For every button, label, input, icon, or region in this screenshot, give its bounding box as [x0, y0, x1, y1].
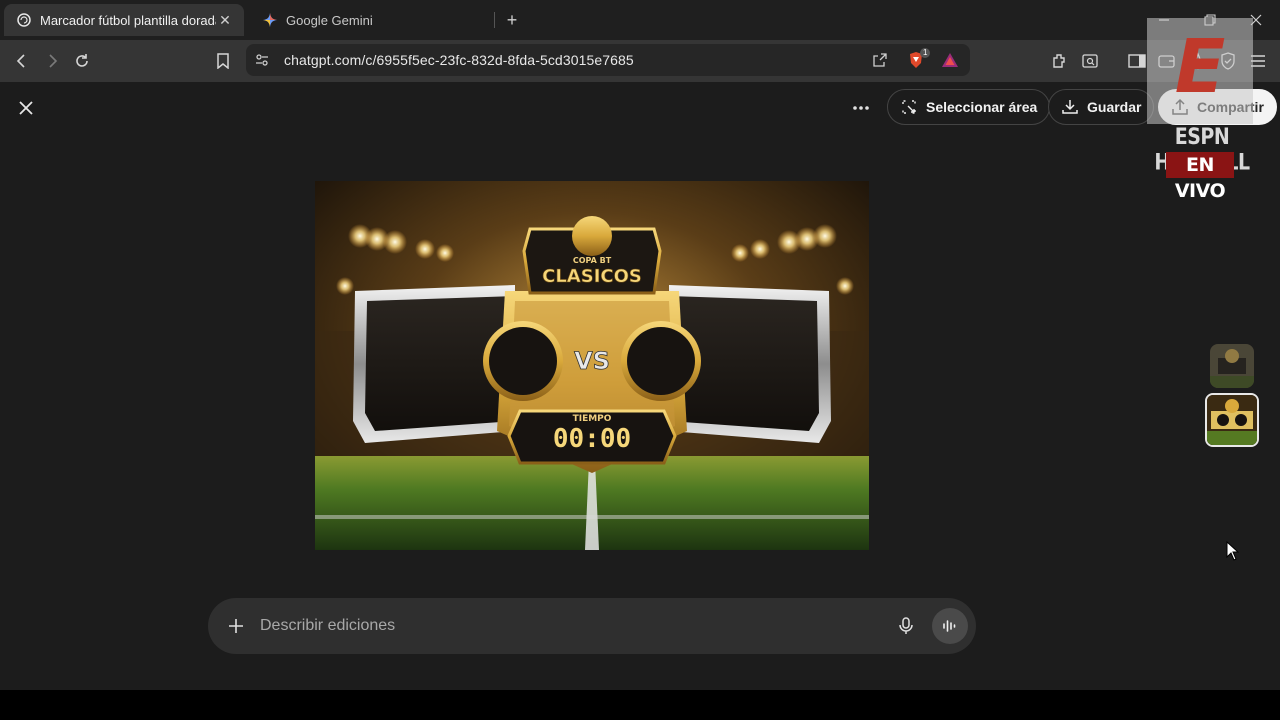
- cup-line1: COPA BT: [573, 256, 612, 265]
- logo-letter: E: [1174, 24, 1226, 110]
- share-page-icon[interactable]: [870, 50, 890, 70]
- mouse-cursor-icon: [1226, 540, 1240, 561]
- browser-toolbar: chatgpt.com/c/6955f5ec-23fc-832d-8fda-5c…: [0, 40, 1280, 82]
- describe-edits-input[interactable]: [260, 612, 880, 640]
- image-viewer: Seleccionar área Guardar Compartir: [0, 82, 1280, 690]
- waveform-icon: [943, 620, 956, 632]
- vs-text: VS: [574, 347, 610, 375]
- logo-line2: EN VIVO: [1166, 152, 1234, 202]
- reload-icon[interactable]: [70, 49, 94, 73]
- select-area-button[interactable]: Seleccionar área: [887, 89, 1051, 125]
- new-tab-icon[interactable]: +: [502, 10, 522, 30]
- extensions-icon[interactable]: [1048, 49, 1072, 73]
- timer-label: TIEMPO: [573, 414, 612, 424]
- thumbnail-2[interactable]: [1205, 393, 1259, 447]
- close-viewer-icon[interactable]: [14, 96, 38, 120]
- address-bar[interactable]: chatgpt.com/c/6955f5ec-23fc-832d-8fda-5c…: [246, 44, 970, 76]
- tab-separator: [494, 12, 495, 28]
- edit-composer: [208, 598, 976, 654]
- select-area-icon: [902, 100, 916, 114]
- more-options-icon[interactable]: [848, 96, 874, 120]
- tab-gemini[interactable]: Google Gemini: [250, 4, 494, 36]
- tab-title: Marcador fútbol plantilla dorada: [40, 12, 216, 28]
- bookmark-icon[interactable]: [211, 49, 235, 73]
- timer-value: 00:00: [553, 424, 631, 454]
- search-page-icon[interactable]: [1078, 49, 1102, 73]
- forward-icon[interactable]: [40, 49, 64, 73]
- download-icon: [1062, 100, 1078, 114]
- tab-chatgpt[interactable]: Marcador fútbol plantilla dorada ✕: [4, 4, 244, 36]
- tab-close-icon[interactable]: ✕: [216, 11, 234, 29]
- microphone-icon[interactable]: [894, 614, 918, 638]
- brave-rewards-icon[interactable]: [940, 50, 960, 70]
- espn-haxball-logo: E ESPN HAXBALL EN VIVO: [1136, 18, 1268, 202]
- select-area-label: Seleccionar área: [926, 99, 1038, 115]
- add-attachment-icon[interactable]: [224, 614, 248, 638]
- generated-image[interactable]: COPA BT CLASICOS VS TIEMPO 00:00: [315, 181, 869, 550]
- cup-line2: CLASICOS: [542, 266, 642, 287]
- browser-tabbar: Marcador fútbol plantilla dorada ✕ Googl…: [0, 0, 1280, 40]
- back-icon[interactable]: [10, 49, 34, 73]
- tab-title: Google Gemini: [286, 12, 373, 28]
- shield-count-badge: 1: [920, 48, 931, 58]
- chatgpt-icon: [16, 12, 32, 28]
- site-settings-icon[interactable]: [254, 52, 270, 68]
- save-label: Guardar: [1087, 99, 1142, 115]
- voice-mode-button[interactable]: [932, 608, 968, 644]
- taskbar-strip: [0, 690, 1280, 720]
- url-text: chatgpt.com/c/6955f5ec-23fc-832d-8fda-5c…: [284, 52, 634, 68]
- gemini-icon: [262, 12, 278, 28]
- thumbnail-1[interactable]: [1210, 344, 1254, 388]
